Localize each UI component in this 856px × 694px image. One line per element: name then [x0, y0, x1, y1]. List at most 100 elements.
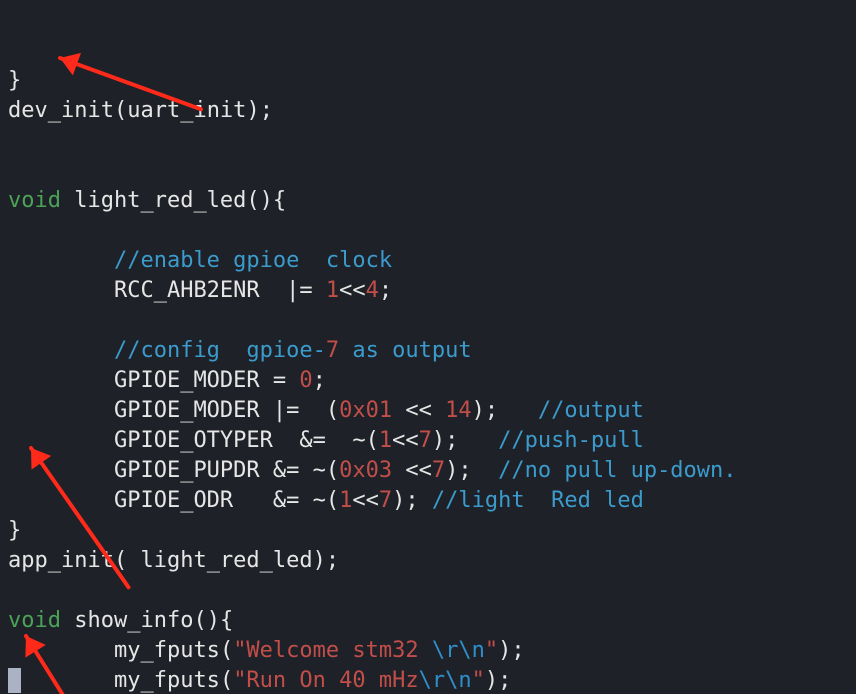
code-token: my_fputs: [114, 638, 220, 663]
code-token: <<: [392, 428, 419, 453]
code-token: [21, 668, 114, 693]
code-token: ": [485, 638, 498, 663]
code-token: light_red_led: [140, 548, 312, 573]
code-token: [8, 668, 21, 693]
code-token: RCC_AHB2ENR: [114, 278, 286, 303]
code-token: |=: [286, 278, 326, 303]
code-token: my_fputs: [114, 668, 220, 693]
code-token: (): [193, 608, 220, 633]
code-line: //config gpioe-7 as output: [8, 336, 848, 366]
code-token: 7: [432, 458, 445, 483]
code-token: [8, 488, 114, 513]
code-line: GPIOE_MODER = 0;: [8, 366, 848, 396]
code-token: 1: [339, 488, 352, 513]
code-token: "Welcome stm32: [233, 638, 432, 663]
code-token: 1: [326, 278, 339, 303]
code-editor[interactable]: }dev_init(uart_init); void light_red_led…: [0, 0, 856, 694]
code-token: GPIOE_OTYPER: [114, 428, 299, 453]
code-token: //config gpioe-: [114, 338, 326, 363]
code-token: [8, 398, 114, 423]
code-line: RCC_AHB2ENR |= 1<<4;: [8, 276, 848, 306]
code-token: 7: [379, 488, 392, 513]
code-token: (: [114, 98, 127, 123]
code-token: [8, 458, 114, 483]
code-line: [8, 126, 848, 156]
code-token: (): [246, 188, 273, 213]
code-line: GPIOE_ODR &= ~(1<<7); //light Red led: [8, 486, 848, 516]
code-token: light_red_led: [74, 188, 246, 213]
code-token: GPIOE_ODR: [114, 488, 273, 513]
code-token: 4: [366, 278, 379, 303]
code-token: //push-pull: [498, 428, 644, 453]
code-line: GPIOE_PUPDR &= ~(0x03 <<7); //no pull up…: [8, 456, 848, 486]
code-token: );: [392, 488, 432, 513]
code-line: }: [8, 516, 848, 546]
code-area: }dev_init(uart_init); void light_red_led…: [8, 66, 848, 694]
code-token: void: [8, 608, 61, 633]
code-line: [8, 576, 848, 606]
code-token: [8, 338, 114, 363]
code-token: 14: [445, 398, 472, 423]
code-token: [8, 428, 114, 453]
code-token: //output: [538, 398, 644, 423]
code-line: void light_red_led(){: [8, 186, 848, 216]
code-token: );: [472, 398, 538, 423]
code-token: ": [472, 668, 485, 693]
code-token: (: [114, 548, 141, 573]
code-line: void show_info(){: [8, 606, 848, 636]
code-token: [8, 368, 114, 393]
code-line: app_init( light_red_led);: [8, 546, 848, 576]
code-token: show_info: [74, 608, 193, 633]
code-token: 0x03: [339, 458, 392, 483]
code-token: [61, 188, 74, 213]
code-token: [8, 248, 114, 273]
code-token: 7: [419, 428, 432, 453]
code-line: [8, 306, 848, 336]
code-token: GPIOE_PUPDR: [114, 458, 273, 483]
code-token: );: [313, 548, 340, 573]
code-line: GPIOE_MODER |= (0x01 << 14); //output: [8, 396, 848, 426]
code-token: ;: [260, 98, 273, 123]
code-line: my_fputs("Welcome stm32 \r\n");: [8, 636, 848, 666]
code-token: (: [220, 668, 233, 693]
code-token: );: [498, 638, 525, 663]
code-token: 0x01: [339, 398, 392, 423]
code-token: |= (: [273, 398, 339, 423]
code-token: dev_init: [8, 98, 114, 123]
code-token: <<: [352, 488, 379, 513]
code-token: app_init: [8, 548, 114, 573]
code-token: as output: [339, 338, 471, 363]
code-line: dev_init(uart_init);: [8, 96, 848, 126]
code-token: 7: [326, 338, 339, 363]
code-token: ;: [379, 278, 392, 303]
code-token: <<: [392, 458, 432, 483]
code-token: //no pull up-down.: [498, 458, 736, 483]
code-line: [8, 216, 848, 246]
code-token: [8, 278, 114, 303]
code-token: [61, 608, 74, 633]
code-token: void: [8, 188, 61, 213]
code-token: &= ~(: [299, 428, 378, 453]
code-token: <<: [392, 398, 445, 423]
code-token: //enable gpioe clock: [114, 248, 392, 273]
code-line: //enable gpioe clock: [8, 246, 848, 276]
code-token: GPIOE_MODER: [114, 398, 273, 423]
code-token: (: [220, 638, 233, 663]
code-token: ): [246, 98, 259, 123]
code-token: );: [485, 668, 512, 693]
code-token: uart_init: [127, 98, 246, 123]
code-token: "Run On 40 mHz: [233, 668, 418, 693]
code-token: <<: [339, 278, 366, 303]
code-token: GPIOE_MODER: [114, 368, 273, 393]
code-token: {: [220, 608, 233, 633]
code-token: //light Red led: [432, 488, 644, 513]
code-token: =: [273, 368, 300, 393]
code-token: &= ~(: [273, 458, 339, 483]
code-token: }: [8, 518, 21, 543]
code-token: [8, 638, 114, 663]
code-line: GPIOE_OTYPER &= ~(1<<7); //push-pull: [8, 426, 848, 456]
code-token: );: [432, 428, 498, 453]
code-token: {: [273, 188, 286, 213]
code-token: \r\n: [432, 638, 485, 663]
code-line: [8, 156, 848, 186]
